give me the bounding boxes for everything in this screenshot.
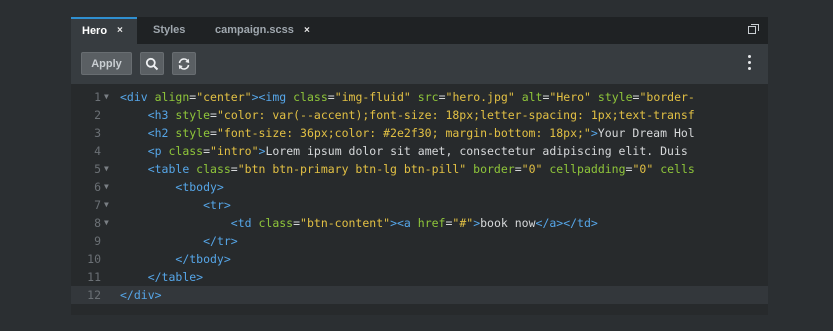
- line-number: 2: [94, 108, 101, 122]
- search-button[interactable]: [140, 52, 164, 75]
- code-line[interactable]: 1 ▼ <div align="center"><img class="img-fl…: [71, 88, 768, 106]
- line-number: 9: [94, 234, 101, 248]
- line-number: 7: [94, 198, 101, 212]
- code-line[interactable]: 5 ▼ <table class="btn btn-primary btn-lg …: [71, 160, 768, 178]
- fold-toggle-icon[interactable]: ▼: [104, 160, 109, 178]
- code-line[interactable]: 6 ▼ <tbody>: [71, 178, 768, 196]
- code-text: </tbody>: [175, 252, 231, 266]
- tab-hero[interactable]: Hero ×: [71, 17, 137, 44]
- code-line[interactable]: 9 </tr>: [71, 232, 768, 250]
- code-line[interactable]: 8 ▼ <td class="btn-content"><a href="#">b…: [71, 214, 768, 232]
- code-line[interactable]: 2 <h3 style="color: var(--accent);font-s…: [71, 106, 768, 124]
- line-number: 8: [94, 216, 101, 230]
- line-number: 11: [87, 270, 101, 284]
- close-icon[interactable]: ×: [117, 19, 123, 43]
- tab-campaign-scss[interactable]: campaign.scss ×: [215, 17, 310, 44]
- code-line[interactable]: 7 ▼ <tr>: [71, 196, 768, 214]
- line-number: 12: [87, 288, 101, 302]
- code-text: <p class="intro">Lorem ipsum dolor sit a…: [147, 144, 688, 158]
- fold-toggle-icon[interactable]: ▼: [104, 214, 109, 232]
- code-line[interactable]: 10 </tbody>: [71, 250, 768, 268]
- close-icon[interactable]: ×: [304, 17, 310, 44]
- code-line[interactable]: 4 <p class="intro">Lorem ipsum dolor sit…: [71, 142, 768, 160]
- code-text: <table class="btn btn-primary btn-lg btn…: [147, 162, 695, 176]
- code-text: </table>: [147, 270, 204, 284]
- line-number: 6: [94, 180, 101, 194]
- reformat-button[interactable]: [172, 52, 196, 75]
- tab-styles[interactable]: Styles: [153, 17, 185, 44]
- line-number: 4: [94, 144, 101, 158]
- code-text: <div align="center"><img class="img-flui…: [120, 90, 695, 104]
- code-text: </div>: [120, 288, 162, 302]
- maximize-icon[interactable]: [748, 24, 759, 34]
- code-text: <tbody>: [175, 180, 224, 194]
- code-text: <td class="btn-content"><a href="#">book…: [230, 216, 598, 230]
- refresh-icon: [178, 57, 190, 70]
- search-icon: [145, 57, 159, 70]
- editor-toolbar: Apply: [71, 44, 768, 84]
- tab-bar: Hero × Styles campaign.scss ×: [71, 17, 768, 44]
- tab-label: Styles: [153, 24, 186, 36]
- fold-toggle-icon[interactable]: ▼: [104, 88, 109, 106]
- fold-toggle-icon[interactable]: ▼: [104, 178, 109, 196]
- code-line[interactable]: 12 </div>: [71, 286, 768, 304]
- code-text: </tr>: [203, 234, 238, 248]
- apply-button[interactable]: Apply: [81, 52, 132, 75]
- code-text: <h2 style="font-size: 36px;color: #2e2f3…: [147, 126, 695, 140]
- code-text: <h3 style="color: var(--accent);font-siz…: [147, 108, 695, 122]
- line-number: 1: [94, 90, 101, 104]
- code-editor-panel: Hero × Styles campaign.scss × Apply 1 ▼ …: [71, 17, 768, 315]
- line-number: 3: [94, 126, 101, 140]
- line-number: 5: [94, 162, 101, 176]
- line-number: 10: [87, 252, 101, 266]
- code-text: <tr>: [203, 198, 231, 212]
- more-vertical-icon[interactable]: [748, 55, 752, 71]
- tab-label: Hero: [82, 25, 108, 37]
- tab-label: campaign.scss: [215, 24, 294, 36]
- code-line[interactable]: 3 <h2 style="font-size: 36px;color: #2e2…: [71, 124, 768, 142]
- fold-toggle-icon[interactable]: ▼: [104, 196, 109, 214]
- code-area[interactable]: 1 ▼ <div align="center"><img class="img-fl…: [71, 84, 768, 315]
- code-line[interactable]: 11 </table>: [71, 268, 768, 286]
